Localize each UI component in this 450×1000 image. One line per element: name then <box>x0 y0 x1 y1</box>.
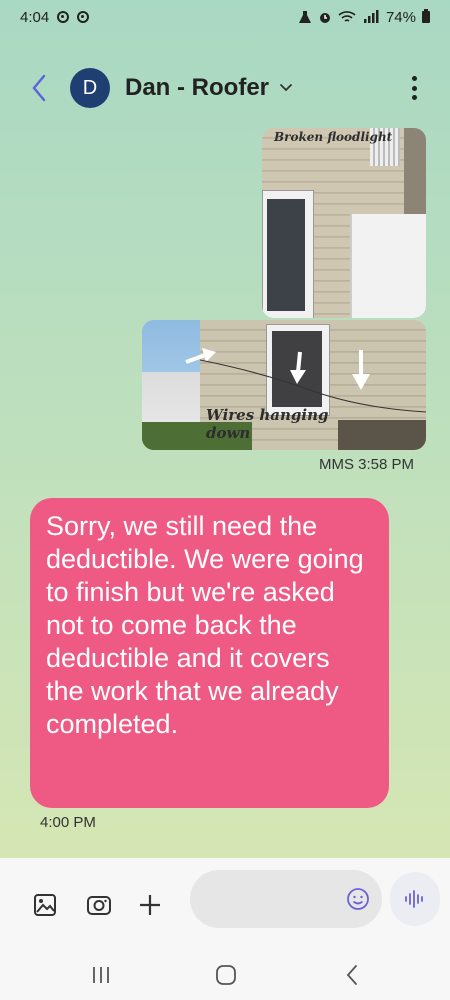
fence-image <box>350 214 426 318</box>
more-options-button[interactable] <box>410 76 418 100</box>
waveform-icon <box>405 890 423 908</box>
battery-icon <box>422 9 430 23</box>
camera-icon[interactable] <box>86 892 112 918</box>
gallery-icon[interactable] <box>32 892 58 918</box>
notification-icon <box>57 11 70 23</box>
recents-icon[interactable] <box>86 960 116 990</box>
mms-photo-floodlight[interactable]: Broken floodlight <box>262 128 426 318</box>
emoji-icon[interactable] <box>346 887 370 911</box>
mms-photo-wires[interactable]: Wires hanging down <box>142 320 426 450</box>
message-timestamp: MMS 3:58 PM <box>318 456 414 473</box>
photo-caption: Broken floodlight <box>274 130 393 144</box>
received-message-bubble[interactable]: Sorry, we still need the deductible. We … <box>30 498 389 808</box>
composer-bar <box>0 858 450 950</box>
status-time: 4:04 <box>20 8 50 26</box>
voice-record-button[interactable] <box>390 872 440 926</box>
window-image <box>262 190 314 318</box>
contact-name: Dan - Roofer <box>125 74 269 101</box>
caption-line: down <box>206 424 251 442</box>
wifi-icon <box>338 11 356 22</box>
caption-line: Wires hanging <box>206 406 329 424</box>
home-icon[interactable] <box>211 960 241 990</box>
back-button[interactable] <box>28 70 50 106</box>
signal-icon <box>363 10 379 23</box>
notification-icon <box>77 11 90 23</box>
avatar[interactable]: D <box>70 68 110 108</box>
status-bar: 4:04 74% <box>0 0 450 34</box>
flask-icon <box>298 11 311 23</box>
chevron-down-icon <box>280 84 292 92</box>
chevron-left-icon <box>32 74 46 102</box>
message-text: Sorry, we still need the deductible. We … <box>46 511 364 739</box>
message-input[interactable] <box>190 870 382 928</box>
message-timestamp: 4:00 PM <box>40 814 96 831</box>
avatar-letter: D <box>82 76 98 99</box>
battery-percent: 74% <box>385 8 416 26</box>
conversation-header: D Dan - Roofer <box>0 64 450 112</box>
back-nav-icon[interactable] <box>338 960 368 990</box>
contact-name-button[interactable]: Dan - Roofer <box>125 74 293 102</box>
alarm-icon <box>319 13 330 23</box>
plus-icon[interactable] <box>137 892 163 918</box>
system-nav-bar <box>0 950 450 1000</box>
photo-caption: Wires hanging down <box>206 406 329 442</box>
